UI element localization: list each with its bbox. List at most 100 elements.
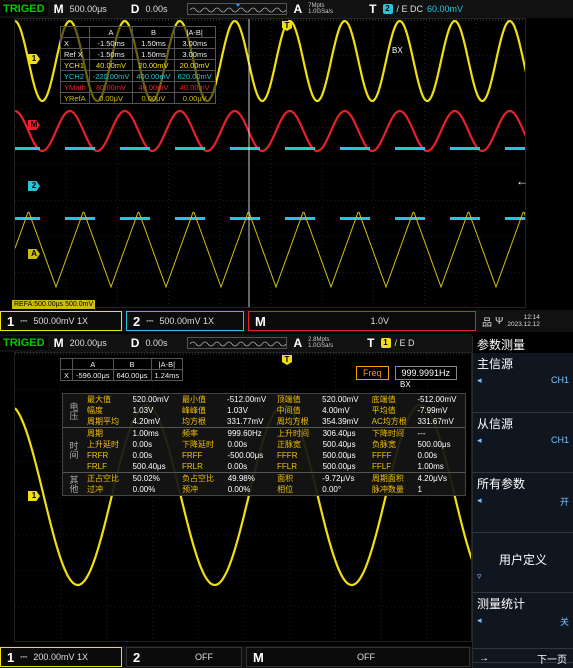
measurement-value: 0.00s xyxy=(132,440,153,449)
measurement-value: 4.20mV xyxy=(132,417,161,426)
delay-value[interactable]: 0.00s xyxy=(145,4,167,14)
measurement-value: -9.72μVs xyxy=(322,474,355,483)
cursor-table-cell: -1.50ms xyxy=(88,48,134,60)
timebase-value[interactable]: 200.00μs xyxy=(70,338,107,348)
measurement-value: -512.00mV xyxy=(227,395,267,404)
measurement-value: 1.03V xyxy=(227,406,248,415)
next-page-button[interactable]: → 下一页 xyxy=(473,648,573,668)
measurement-value: 1 xyxy=(417,485,422,494)
cursor-table-cell: |A-B| xyxy=(150,358,184,370)
dc-coupling-icon: ⎓ xyxy=(20,651,28,662)
cursor-table-cell: X xyxy=(60,37,90,49)
measurement-value: 1.00ms xyxy=(132,429,159,438)
measurement-name: FFFF xyxy=(371,451,392,460)
menu-item-title: 从信源 xyxy=(477,417,514,431)
trigger-label: T xyxy=(369,2,377,16)
measurement-name: 脉冲数量 xyxy=(371,485,404,494)
cursor-table-cell: Ref X xyxy=(60,48,90,60)
measurement-panel: 电压 最大值 520.00mV 最小值 -512.00mV 顶端值 520.00mV 底端值… xyxy=(62,393,466,496)
measurement-name: FFLR xyxy=(277,462,298,471)
measurement-value: 0.00s xyxy=(132,451,153,460)
measurement-name: 上升时间 xyxy=(277,429,310,438)
measurement-name: FRFF xyxy=(181,451,203,460)
measurement-name: 中间值 xyxy=(276,406,301,415)
menu-item-value: ◂ 开 xyxy=(477,495,569,507)
measurement-row: 周期平均 4.20mV 均方根 331.77mV 周均方根 354.39mV AC均方根 33… xyxy=(85,416,465,427)
next-page-label: 下一页 xyxy=(537,655,567,666)
cursor-table-cell: 0.00μV xyxy=(88,92,134,104)
voltage-group: 电压 最大值 520.00mV 最小值 -512.00mV 顶端值 520.00mV 底端值… xyxy=(63,394,465,428)
dc-coupling-icon: ⎓ xyxy=(146,315,154,326)
measurement-value: 1.03V xyxy=(132,406,154,415)
dc-coupling-icon: ⎓ xyxy=(20,315,28,326)
menu-item-title: 用户定义 xyxy=(498,553,547,567)
measurement-value: -512.00mV xyxy=(417,395,457,404)
bx-label: BX xyxy=(400,380,411,389)
menu-item-3[interactable]: 所有参数 ◂ 开 xyxy=(473,473,573,533)
measurement-value: 50.02% xyxy=(132,474,160,483)
measurement-name: 最小值 xyxy=(181,395,206,404)
measurement-name: 下降时间 xyxy=(371,429,404,438)
cursor-table-row: YCH2 -220.00mV 400.00mV 620.00mV xyxy=(60,70,216,82)
ch2-scale-box[interactable]: 2 ⎓ 500.00mV 1X xyxy=(126,311,244,331)
acquire-info[interactable]: 7Mpts 1.0GSa/s xyxy=(308,3,333,15)
trigger-source-badge: 1 xyxy=(380,338,391,348)
usb-icon: Ψ xyxy=(495,315,504,327)
measurement-name: 预冲 xyxy=(182,485,199,494)
ch1-scale-box[interactable]: 1 ⎓ 200.00mV 1X xyxy=(0,647,122,667)
menu-item-title: 所有参数 xyxy=(477,477,526,491)
measure-menu: 参数测量 主信源 ◂ CH1 从信源 ◂ CH1 所有参数 ◂ 开 用户定义 ▿… xyxy=(472,336,573,668)
cursor-table-cell: 400.00mV xyxy=(132,70,175,82)
menu-item-1[interactable]: 主信源 ◂ CH1 xyxy=(473,353,573,413)
cursor-table-cell: 3.00ms xyxy=(173,48,216,60)
trigger-info[interactable]: / E DC xyxy=(397,4,424,14)
cursor-table-row: X -1.50ms 1.50ms 3.00ms xyxy=(60,37,216,49)
arrow-icon: ◂ xyxy=(477,435,482,445)
measurement-value: 0.00% xyxy=(132,485,156,494)
cursor-table-cell xyxy=(60,26,90,38)
delay-label: D xyxy=(130,336,140,350)
measurement-name: 相位 xyxy=(277,485,294,494)
cursor-table-cell: -1.50ms xyxy=(88,37,134,49)
measurement-value: 500.40μs xyxy=(322,440,356,449)
acquire-info[interactable]: 2.8Mpts 1.0GSa/s xyxy=(308,337,333,349)
measurement-value: 1.00ms xyxy=(417,462,444,471)
trigger-status: TRIGED xyxy=(0,336,48,350)
measurement-name: 峰峰值 xyxy=(181,406,206,415)
ref-label: REFA:500.00μs 500.0mV xyxy=(12,300,96,309)
cursor-table-cell: 20.00mV xyxy=(132,59,175,71)
cursor-table-cell: YMath xyxy=(60,81,90,93)
menu-item-value: ◂ CH1 xyxy=(477,435,569,445)
cursor-table-row: YMath 80.00mV 40.00mV 40.00mV xyxy=(60,81,216,93)
timebase-value[interactable]: 500.00μs xyxy=(70,4,107,14)
arrow-icon: ▿ xyxy=(477,571,482,581)
measurement-value: 331.67mV xyxy=(417,417,454,426)
delay-label: D xyxy=(130,2,140,16)
trigger-level[interactable]: 60.00mV xyxy=(427,4,463,14)
measurement-value: 500.40μs xyxy=(132,462,166,471)
measurement-value: 354.39mV xyxy=(322,417,359,426)
math-scale-box[interactable]: M OFF xyxy=(246,647,470,667)
cursor-table-cell: 20.00mV xyxy=(173,59,216,71)
cursor-table-cell: 1.50ms xyxy=(132,48,175,60)
menu-item-4[interactable]: 用户定义 ▿ xyxy=(473,533,573,593)
ch1-scale-box[interactable]: 1 ⎓ 500.00mV 1X xyxy=(0,311,122,331)
ch2-scale-box[interactable]: 2 OFF xyxy=(126,647,242,667)
math-scale-box[interactable]: M 1.0V xyxy=(248,311,476,331)
trigger-info[interactable]: / E D xyxy=(395,338,415,348)
measurement-name: 下降延时 xyxy=(181,440,214,449)
cursor-table-header: A B |A-B| xyxy=(59,358,184,370)
cursor-table-cell: 1.50ms xyxy=(132,37,175,49)
cursor-table-header: A B |A-B| xyxy=(60,26,216,38)
cursor-table-cell: 0.00μV xyxy=(132,92,175,104)
menu-item-2[interactable]: 从信源 ◂ CH1 xyxy=(473,413,573,473)
cursor-table-cell: B xyxy=(132,26,175,38)
trigger-label: T xyxy=(367,336,375,350)
measurement-name: FFLF xyxy=(371,462,392,471)
bottom-bar-2: 1 ⎓ 200.00mV 1X 2 OFF M OFF xyxy=(0,646,472,668)
measurement-name: 周期平均 xyxy=(87,417,119,426)
trigger-level-arrow-icon: ← xyxy=(516,174,528,188)
delay-value[interactable]: 0.00s xyxy=(145,338,167,348)
bottom-bar-1: 1 ⎓ 500.00mV 1X 2 ⎓ 500.00mV 1X M 1.0V 品… xyxy=(0,310,573,332)
cursor-table-cell: YCH1 xyxy=(60,59,90,71)
